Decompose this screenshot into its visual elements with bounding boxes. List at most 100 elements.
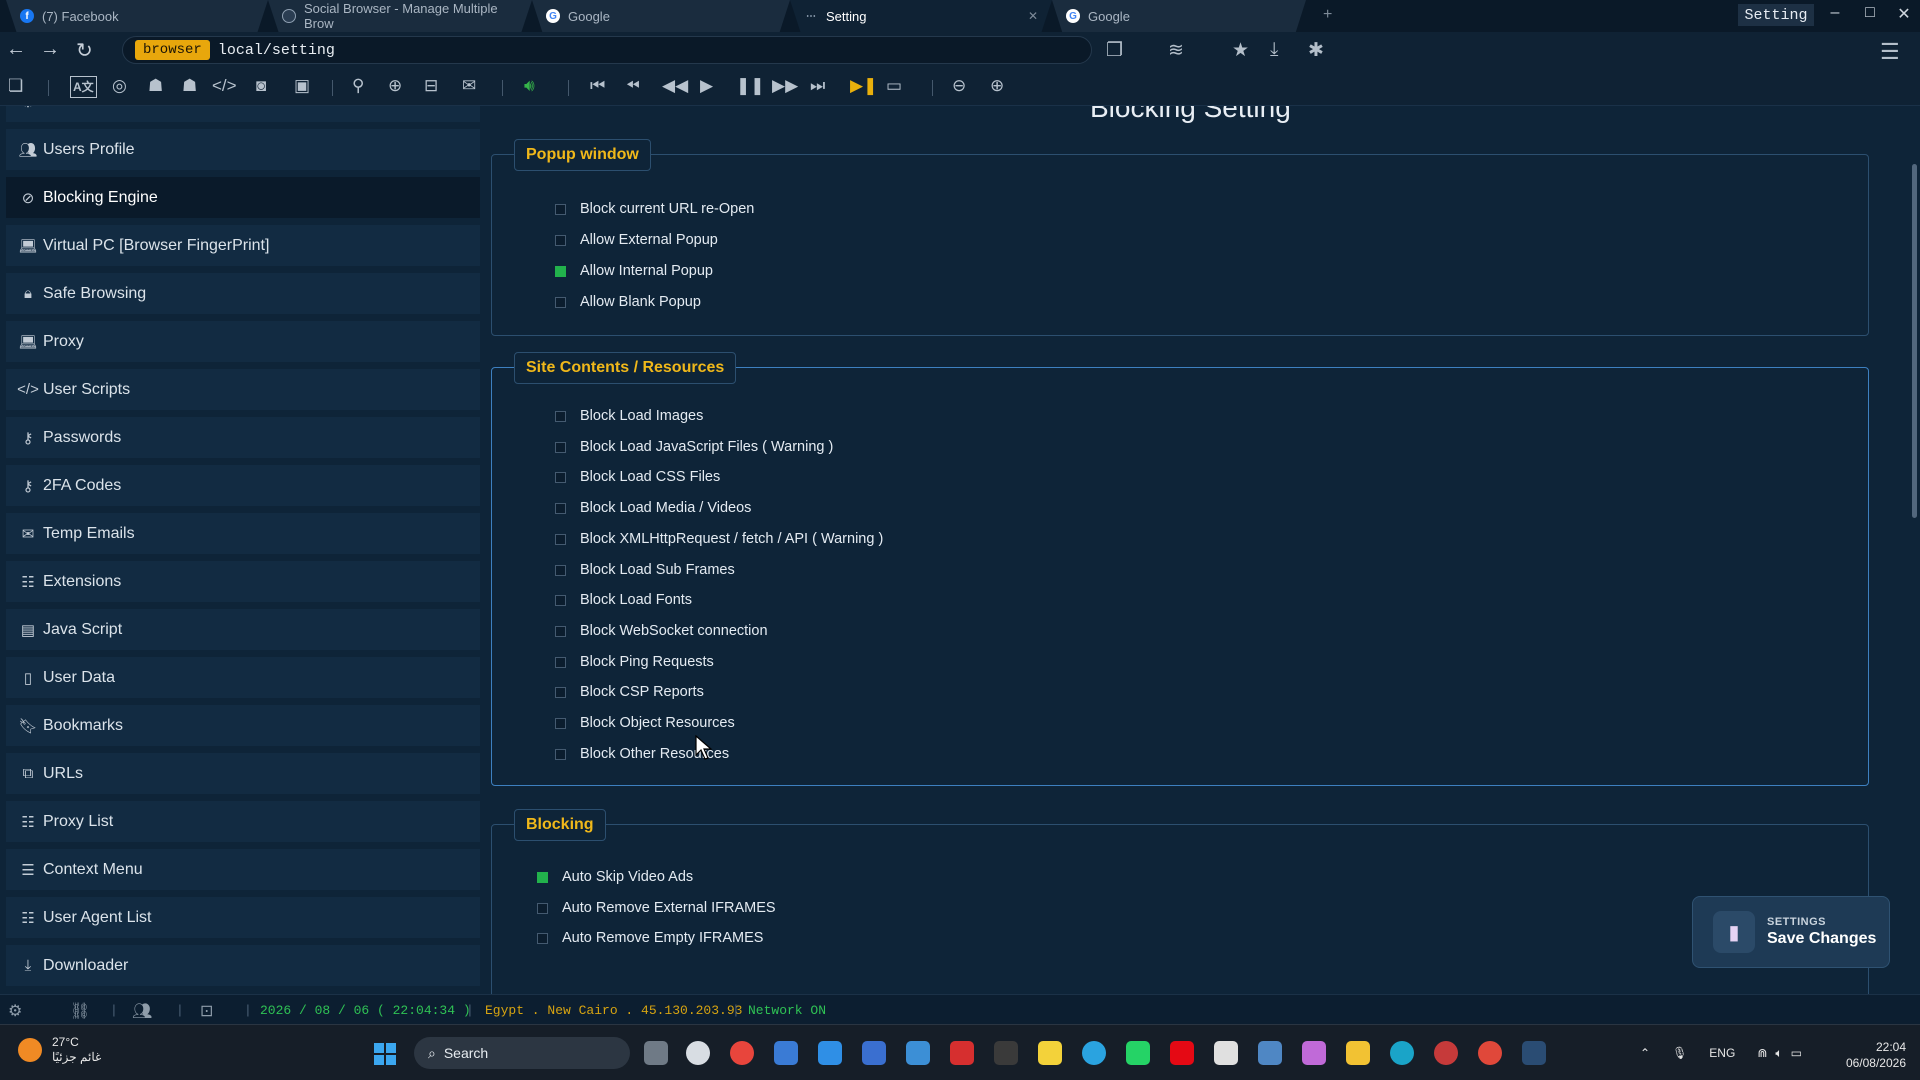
microphone-icon[interactable]: 🎙︎ (1672, 1046, 1687, 1060)
reload-icon[interactable]: ↻ (76, 38, 93, 63)
chevron-up-icon[interactable]: ⌃ (1640, 1046, 1650, 1060)
option-block-csp-reports[interactable]: Block CSP Reports (555, 684, 704, 700)
option-block-ping-requests[interactable]: Block Ping Requests (555, 654, 714, 670)
capcut-icon[interactable] (994, 1041, 1018, 1065)
sidebar-item-user-agent-list[interactable]: ☷ User Agent List (6, 897, 480, 938)
volume-icon[interactable]: 🔊︎ (524, 76, 535, 96)
minimize-icon[interactable]: – (1823, 4, 1847, 22)
file-explorer-icon[interactable] (1346, 1041, 1370, 1065)
speaker-icon[interactable]: 🔈︎ (1775, 1046, 1782, 1061)
battery-icon[interactable]: ▭ (1791, 1046, 1802, 1060)
address-bar[interactable]: browser local/setting (122, 36, 1092, 64)
task-view-icon[interactable] (644, 1041, 668, 1065)
sidebar-item-user-data[interactable]: ▯ User Data (6, 657, 480, 698)
sidebar-item-2fa-codes[interactable]: ⚷ 2FA Codes (6, 465, 480, 506)
sidebar-item-bookmarks[interactable]: 🔖︎ Bookmarks (6, 705, 480, 746)
option-block-load-media-videos[interactable]: Block Load Media / Videos (555, 500, 751, 516)
hamburger-menu-icon[interactable]: ☰ (1880, 39, 1900, 65)
sidebar-item-virtual-pc-browser-fingerprint[interactable]: 💻︎ Virtual PC [Browser FingerPrint] (6, 225, 480, 266)
sidebar-item-urls[interactable]: ⧉ URLs (6, 753, 480, 794)
windows-start-icon[interactable] (374, 1043, 396, 1065)
option-auto-skip-video-ads[interactable]: Auto Skip Video Ads (537, 869, 693, 885)
sidebar-item-downloader[interactable]: ⤓ Downloader (6, 945, 480, 986)
browser-app-icon[interactable] (1434, 1041, 1458, 1065)
save-changes-toast[interactable]: ▮ SETTINGS Save Changes (1692, 896, 1890, 968)
checkbox[interactable] (537, 932, 548, 944)
store-icon[interactable] (774, 1041, 798, 1065)
copy-icon[interactable]: ❐ (1106, 39, 1123, 62)
toolbox-icon[interactable]: ⊟ (424, 76, 438, 96)
checkbox[interactable] (555, 296, 566, 308)
checkbox[interactable] (555, 234, 566, 246)
users-icon[interactable]: 👥︎ (132, 1001, 152, 1021)
option-allow-external-popup[interactable]: Allow External Popup (555, 232, 718, 248)
play-icon[interactable]: ▶ (700, 76, 713, 96)
translator-icon[interactable] (862, 1041, 886, 1065)
checkbox[interactable] (555, 533, 566, 545)
code-icon[interactable]: </> (212, 76, 237, 96)
option-block-xmlhttprequest-fetch-api-warning[interactable]: Block XMLHttpRequest / fetch / API ( War… (555, 531, 883, 547)
option-allow-blank-popup[interactable]: Allow Blank Popup (555, 294, 701, 310)
envelope-icon[interactable]: ✉ (462, 76, 476, 96)
tab-social-browser[interactable]: Social Browser - Manage Multiple Brow (268, 0, 532, 32)
rewind-icon[interactable]: ◀◀ (662, 76, 688, 96)
chatgpt-icon[interactable] (686, 1041, 710, 1065)
option-block-load-css-files[interactable]: Block Load CSS Files (555, 469, 720, 485)
sidebar-item-passwords[interactable]: ⚷ Passwords (6, 417, 480, 458)
sticky-notes-icon[interactable] (1038, 1041, 1062, 1065)
checkbox[interactable] (537, 902, 548, 914)
checkbox[interactable] (555, 717, 566, 729)
desktop-icon[interactable]: ▭ (886, 76, 902, 96)
sidebar-item-blocking-engine[interactable]: ⊘ Blocking Engine (6, 177, 480, 218)
social-browser-app-icon[interactable] (1522, 1041, 1546, 1065)
checkbox[interactable] (537, 871, 548, 883)
forward-icon[interactable]: ▶▶ (772, 76, 798, 96)
option-block-object-resources[interactable]: Block Object Resources (555, 715, 735, 731)
tab-setting[interactable]: ⋯ Setting ✕ (790, 0, 1052, 32)
back-arrow-icon[interactable]: ← (6, 38, 26, 61)
checkbox[interactable] (555, 686, 566, 698)
layers-icon[interactable]: ≋ (1168, 39, 1184, 62)
download-icon[interactable]: ⤓ (1270, 39, 1278, 61)
scrollbar-thumb[interactable] (1912, 164, 1917, 518)
sidebar-item-java-script[interactable]: ▤ Java Script (6, 609, 480, 650)
scrollbar[interactable] (1910, 106, 1920, 994)
maximize-icon[interactable]: □ (1858, 4, 1882, 22)
fast-backward-icon[interactable]: ⏪︎ (626, 76, 640, 96)
star-icon[interactable]: ★ (1232, 39, 1249, 62)
option-allow-internal-popup[interactable]: Allow Internal Popup (555, 263, 713, 279)
pdf-reader-icon[interactable] (1214, 1041, 1238, 1065)
option-auto-remove-external-iframes[interactable]: Auto Remove External IFRAMES (537, 900, 776, 916)
edge-icon[interactable] (1390, 1041, 1414, 1065)
save-changes-button[interactable]: Save Changes (1767, 930, 1876, 948)
whatsapp-icon[interactable] (1126, 1041, 1150, 1065)
sidebar-item-context-menu[interactable]: ☰ Context Menu (6, 849, 480, 890)
pause-icon[interactable]: ❚❚ (736, 76, 765, 96)
sidebar-item-safe-browsing[interactable]: 🔒︎ Safe Browsing (6, 273, 480, 314)
sidebar-item-extensions[interactable]: ☷ Extensions (6, 561, 480, 602)
forward-arrow-icon[interactable]: → (40, 38, 60, 61)
photos-icon[interactable] (906, 1041, 930, 1065)
option-block-load-javascript-files-warning[interactable]: Block Load JavaScript Files ( Warning ) (555, 439, 833, 455)
close-tab-icon[interactable]: ✕ (1028, 9, 1038, 23)
checkbox[interactable] (555, 594, 566, 606)
ghost-icon[interactable]: ☗ (148, 76, 163, 96)
extension-icon[interactable]: ✱ (1308, 39, 1324, 62)
tabs-icon[interactable]: ❏ (8, 76, 23, 96)
globe-icon[interactable]: ⊕ (388, 76, 402, 96)
camera-icon[interactable]: ◙ (256, 76, 266, 96)
sidebar-item-temp-emails[interactable]: ✉ Temp Emails (6, 513, 480, 554)
wifi-icon[interactable]: ⋒ (1757, 1046, 1767, 1060)
checkbox[interactable] (555, 441, 566, 453)
anydesk-icon[interactable] (950, 1041, 974, 1065)
tab-google[interactable]: G Google (532, 0, 790, 32)
step-forward-icon[interactable]: ▶❚ (850, 76, 877, 96)
tab-google-2[interactable]: G Google (1052, 0, 1306, 32)
zoom-in-icon[interactable]: ⊕ (990, 76, 1004, 96)
chrome-icon[interactable]: ◎ (112, 76, 127, 96)
url-text[interactable]: local/setting (218, 42, 335, 59)
option-block-websocket-connection[interactable]: Block WebSocket connection (555, 623, 768, 639)
settings-gear-icon[interactable]: ⚙ (8, 1001, 22, 1021)
zoom-out-icon[interactable]: ⊖ (952, 76, 966, 96)
system-clock[interactable]: 22:04 06/08/2026 (1836, 1039, 1906, 1071)
